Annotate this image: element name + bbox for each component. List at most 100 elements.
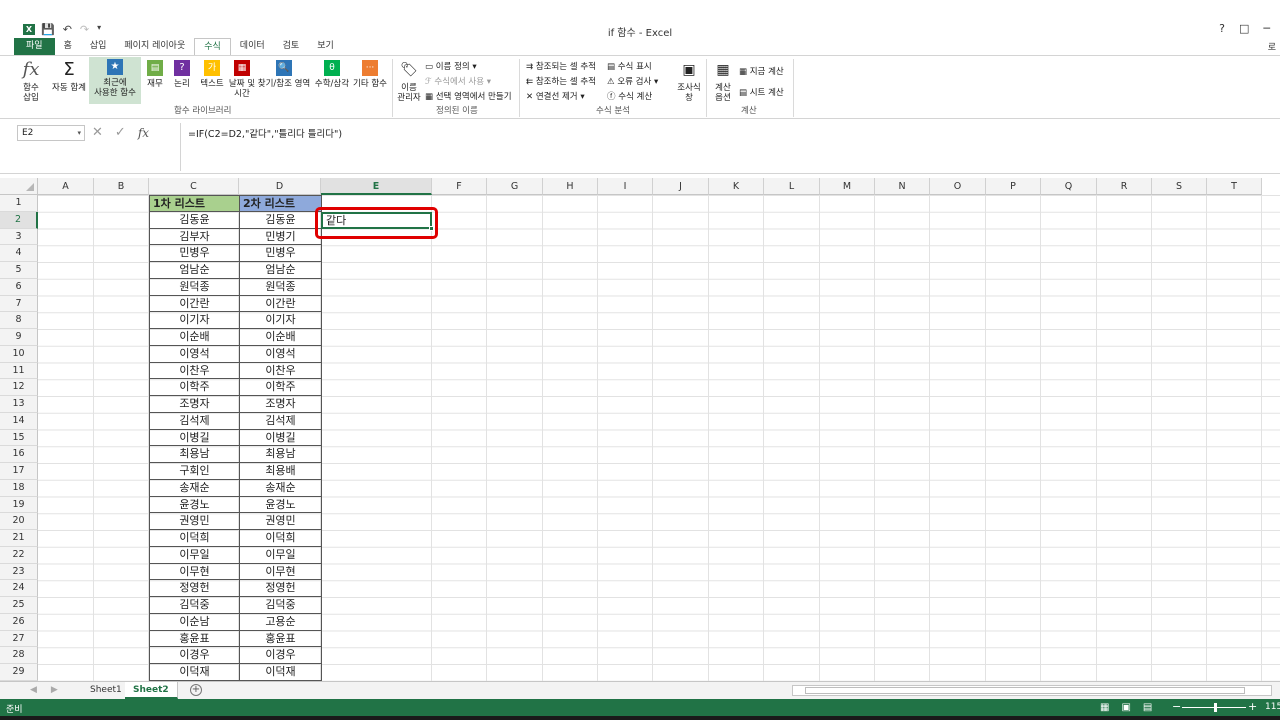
row-header-8[interactable]: 8 [0,312,38,329]
row-header-2[interactable]: 2 [0,211,38,229]
tab-file[interactable]: 파일 [14,38,55,55]
lookup-reference-button[interactable]: 🔍 찾기/참조 영역 [256,60,312,89]
cell-list1[interactable]: 김동윤 [149,211,240,229]
cell-list2[interactable]: 이영석 [239,345,322,363]
cell-list2[interactable]: 김석제 [239,412,322,430]
cell-list1[interactable]: 김부자 [149,228,240,246]
cell-list2[interactable]: 이무일 [239,546,322,564]
column-header-f[interactable]: F [432,178,487,195]
row-header-29[interactable]: 29 [0,664,38,681]
column-header-b[interactable]: B [94,178,149,195]
column-header-g[interactable]: G [487,178,543,195]
cell-list1[interactable]: 이순남 [149,613,240,631]
cell-list1[interactable]: 이무일 [149,546,240,564]
cell-list2[interactable]: 홍윤표 [239,630,322,648]
row-header-12[interactable]: 12 [0,379,38,396]
user-account[interactable]: 로 [1268,40,1276,53]
tab-insert[interactable]: 삽입 [81,38,116,55]
sheet-tab-sheet2[interactable]: Sheet2 [125,682,178,699]
cell-list1[interactable]: 권영민 [149,513,240,530]
ribbon-display-button[interactable]: □ [1239,22,1249,35]
cell-list2[interactable]: 김동윤 [239,211,322,229]
column-header-c[interactable]: C [149,178,239,195]
column-header-k[interactable]: K [709,178,764,195]
calculate-now-button[interactable]: ▦ 지금 계산 [739,65,784,77]
cell-list1[interactable]: 조명자 [149,396,240,413]
cell-list1[interactable]: 이덕희 [149,530,240,547]
cell-list2[interactable]: 최용남 [239,446,322,463]
remove-arrows-button[interactable]: ✕ 연결선 제거 ▾ [526,90,585,102]
cell-list2[interactable]: 조명자 [239,396,322,413]
cell-list2[interactable]: 엄남순 [239,262,322,279]
column-header-d[interactable]: D [239,178,321,195]
cell-list2[interactable]: 이무현 [239,563,322,581]
cell-list2[interactable]: 고용순 [239,613,322,631]
column-header-o[interactable]: O [930,178,986,195]
logical-button[interactable]: ? 논리 [170,60,194,89]
row-header-17[interactable]: 17 [0,463,38,480]
error-checking-button[interactable]: ⚠ 오류 검사 ▾ [607,75,658,87]
row-header-13[interactable]: 13 [0,396,38,413]
row-header-22[interactable]: 22 [0,546,38,564]
row-header-4[interactable]: 4 [0,245,38,262]
row-header-11[interactable]: 11 [0,362,38,380]
row-header-10[interactable]: 10 [0,345,38,363]
datetime-button[interactable]: ▦ 날짜 및 시간 [227,60,257,99]
cell-list1[interactable]: 엄남순 [149,262,240,279]
cell-list1[interactable]: 김덕중 [149,597,240,614]
cell-d1-header[interactable]: 2차 리스트 [239,195,322,212]
column-header-l[interactable]: L [764,178,820,195]
minimize-button[interactable]: ─ [1263,22,1270,35]
cell-list1[interactable]: 이덕재 [149,664,240,681]
zoom-out-icon[interactable]: − [1172,700,1181,713]
row-header-18[interactable]: 18 [0,479,38,497]
cancel-icon[interactable]: ✕ [92,125,103,140]
row-header-3[interactable]: 3 [0,228,38,246]
cell-list1[interactable]: 이순배 [149,329,240,346]
row-header-7[interactable]: 7 [0,295,38,313]
chevron-down-icon[interactable]: ▾ [77,126,81,140]
show-formulas-button[interactable]: ▤ 수식 표시 [607,60,652,72]
column-header-i[interactable]: I [598,178,653,195]
row-header-27[interactable]: 27 [0,630,38,648]
add-sheet-button[interactable]: + [190,684,202,696]
row-header-1[interactable]: 1 [0,195,38,212]
row-header-23[interactable]: 23 [0,563,38,581]
financial-button[interactable]: ▤ 재무 [144,60,166,89]
cell-list1[interactable]: 구회인 [149,463,240,480]
page-layout-view-icon[interactable]: ▣ [1121,702,1130,713]
row-header-28[interactable]: 28 [0,647,38,664]
cell-list2[interactable]: 이덕재 [239,664,322,681]
next-sheet-icon[interactable]: ▶ [51,685,58,695]
tab-formulas[interactable]: 수식 [194,38,231,55]
cell-list2[interactable]: 권영민 [239,513,322,530]
column-header-e[interactable]: E [321,178,432,195]
cell-list1[interactable]: 이찬우 [149,362,240,380]
row-header-14[interactable]: 14 [0,412,38,430]
sheet-tab-sheet1[interactable]: Sheet1 [82,682,131,699]
column-header-j[interactable]: J [653,178,709,195]
more-functions-button[interactable]: ··· 기타 함수 [352,60,388,89]
cell-list2[interactable]: 민병기 [239,228,322,246]
scroll-thumb[interactable] [805,687,1245,694]
column-header-h[interactable]: H [543,178,598,195]
zoom-level[interactable]: 115 [1265,702,1280,712]
cell-list2[interactable]: 민병우 [239,245,322,262]
watch-window-button[interactable]: ▣ 조사식 창 [674,60,704,103]
insert-function-button[interactable]: fx 함수 삽입 [18,60,44,104]
cell-list1[interactable]: 이기자 [149,312,240,329]
cell-list2[interactable]: 이찬우 [239,362,322,380]
cell-list1[interactable]: 이무현 [149,563,240,581]
prev-sheet-icon[interactable]: ◀ [30,685,37,695]
cell-list2[interactable]: 이간란 [239,295,322,313]
row-header-16[interactable]: 16 [0,446,38,463]
tab-data[interactable]: 데이터 [231,38,274,55]
worksheet-grid[interactable]: ABCDEFGHIJKLMNOPQRST 1 2 3 4 5 6 7 8 9 10 11 12 13 14… [0,178,1280,681]
tab-view[interactable]: 보기 [308,38,343,55]
column-header-m[interactable]: M [820,178,875,195]
formula-input[interactable]: =IF(C2=D2,"같다","틀리다 틀리다") [188,126,342,140]
column-header-n[interactable]: N [875,178,930,195]
fx-icon[interactable]: fx [138,126,149,140]
column-header-s[interactable]: S [1152,178,1207,195]
evaluate-formula-button[interactable]: ⓕ 수식 계산 [607,90,652,102]
